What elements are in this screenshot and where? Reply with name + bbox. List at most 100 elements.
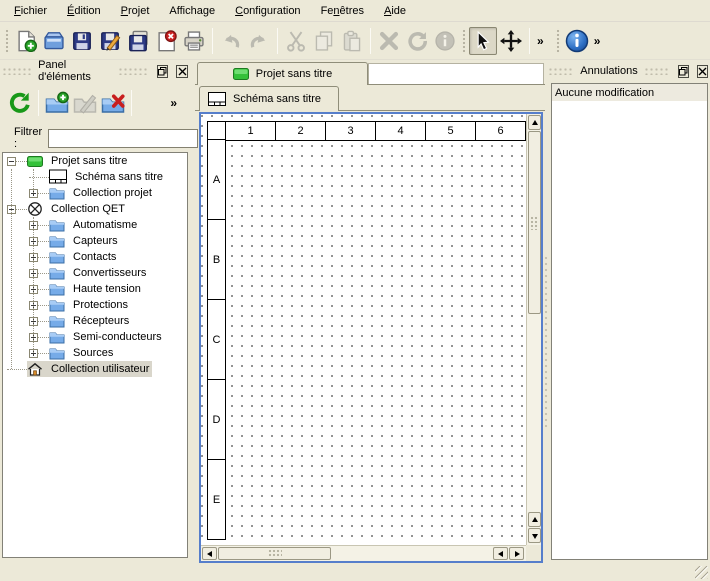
tree-item-protections[interactable]: Protections: [3, 297, 187, 313]
tree-expander[interactable]: [29, 285, 38, 294]
scroll-up-button[interactable]: [528, 115, 541, 130]
tab-project[interactable]: Projet sans titre: [197, 62, 368, 85]
down-arrow-icon: [532, 534, 538, 542]
menu-5[interactable]: Fenêtres: [311, 2, 374, 20]
folder-icon: [49, 249, 65, 265]
splitter-handle[interactable]: [544, 255, 548, 430]
diagram-canvas[interactable]: 123456 ABCDE: [201, 114, 526, 545]
toolbar-drag-handle[interactable]: [555, 28, 561, 54]
select-mode-button[interactable]: [469, 27, 497, 55]
delete-category-button[interactable]: [99, 89, 127, 117]
menu-6[interactable]: Aide: [374, 2, 416, 20]
vertical-scrollbar[interactable]: [526, 114, 541, 545]
about-button[interactable]: [563, 27, 591, 55]
save-button[interactable]: [68, 27, 96, 55]
toolbar-overflow-button[interactable]: »: [591, 34, 604, 48]
tree-item-contacts[interactable]: Contacts: [3, 249, 187, 265]
undo-panel-titlebar[interactable]: Annulations: [548, 62, 708, 80]
tree-expander[interactable]: [29, 237, 38, 246]
toolbar-overflow-button[interactable]: »: [534, 34, 547, 48]
tree-item-semi-conducteurs[interactable]: Semi-conducteurs: [3, 329, 187, 345]
edit-category-button[interactable]: [71, 89, 99, 117]
open-button[interactable]: [40, 27, 68, 55]
close-panel-button[interactable]: [697, 65, 708, 78]
toolbar-drag-handle[interactable]: [4, 28, 10, 54]
edit-category-icon: [73, 91, 97, 115]
copy-button[interactable]: [310, 27, 338, 55]
diagram-corner-cell: [207, 121, 226, 141]
new-document-button[interactable]: [12, 27, 40, 55]
diagram-row-header: A: [207, 139, 226, 220]
filter-input[interactable]: [48, 129, 198, 148]
paste-button[interactable]: [338, 27, 366, 55]
menu-2[interactable]: Projet: [111, 2, 160, 20]
menu-0[interactable]: Fichier: [4, 2, 57, 20]
scroll-left-button[interactable]: [202, 547, 217, 560]
tree-item-collection-projet[interactable]: Collection projet: [3, 185, 187, 201]
toolbar-drag-handle[interactable]: [461, 28, 467, 54]
undo-list-item[interactable]: Aucune modification: [552, 84, 707, 101]
tree-expander[interactable]: [29, 349, 38, 358]
redo-button[interactable]: [245, 27, 273, 55]
tree-item-convertisseurs[interactable]: Convertisseurs: [3, 265, 187, 281]
tree-item-sch-ma-sans-titre[interactable]: Schéma sans titre: [3, 169, 187, 185]
tree-item-haute-tension[interactable]: Haute tension: [3, 281, 187, 297]
menu-4[interactable]: Configuration: [225, 2, 310, 20]
move-mode-button[interactable]: [497, 27, 525, 55]
horizontal-scrollbar[interactable]: [201, 545, 526, 561]
resize-grip[interactable]: [695, 566, 708, 579]
menu-3[interactable]: Affichage: [159, 2, 225, 20]
folder-icon: [49, 217, 65, 233]
scroll-right-button[interactable]: [509, 547, 524, 560]
scroll-left-button-2[interactable]: [493, 547, 508, 560]
float-icon: [158, 67, 167, 76]
tab-schema[interactable]: Schéma sans titre: [199, 86, 339, 111]
refresh-collections-button[interactable]: [6, 89, 34, 117]
tree-expander[interactable]: [29, 189, 38, 198]
vertical-scroll-thumb[interactable]: [528, 131, 541, 314]
save-as-button[interactable]: [96, 27, 124, 55]
tree-item-sources[interactable]: Sources: [3, 345, 187, 361]
scroll-up-button-2[interactable]: [528, 512, 541, 527]
tree-expander[interactable]: [29, 317, 38, 326]
elements-panel-titlebar[interactable]: Panel d'éléments: [2, 62, 188, 80]
filter-row: Filtrer :: [2, 127, 188, 149]
delete-button[interactable]: [375, 27, 403, 55]
tree-expander[interactable]: [7, 205, 16, 214]
tree-item-collection-utilisateur[interactable]: Collection utilisateur: [3, 361, 187, 377]
tree-item-collection-qet[interactable]: Collection QET: [3, 201, 187, 217]
tree-expander[interactable]: [29, 333, 38, 342]
panel-toolbar-overflow-button[interactable]: »: [167, 96, 180, 110]
elements-tree[interactable]: Projet sans titreSchéma sans titreCollec…: [2, 152, 188, 558]
info-button[interactable]: [431, 27, 459, 55]
tree-expander[interactable]: [7, 157, 16, 166]
undo-icon: [220, 30, 242, 52]
menu-1[interactable]: Édition: [57, 2, 111, 20]
float-panel-button[interactable]: [157, 65, 169, 78]
new-category-button[interactable]: [43, 89, 71, 117]
float-panel-button[interactable]: [678, 65, 689, 78]
save-all-button[interactable]: [124, 27, 152, 55]
cut-button[interactable]: [282, 27, 310, 55]
close-panel-button[interactable]: [176, 65, 188, 78]
tree-expander[interactable]: [29, 221, 38, 230]
close-document-button[interactable]: [152, 27, 180, 55]
undo-button[interactable]: [217, 27, 245, 55]
tree-guide: [38, 337, 49, 338]
diagram-row-header: D: [207, 379, 226, 460]
tree-item-capteurs[interactable]: Capteurs: [3, 233, 187, 249]
save-as-icon: [99, 30, 121, 52]
tree-item-r-cepteurs[interactable]: Récepteurs: [3, 313, 187, 329]
rotate-button[interactable]: [403, 27, 431, 55]
tree-item-projet-sans-titre[interactable]: Projet sans titre: [3, 153, 187, 169]
tree-expander[interactable]: [29, 253, 38, 262]
print-button[interactable]: [180, 27, 208, 55]
horizontal-scroll-thumb[interactable]: [218, 547, 331, 560]
tree-expander[interactable]: [29, 269, 38, 278]
tree-expander[interactable]: [29, 301, 38, 310]
tree-item-automatisme[interactable]: Automatisme: [3, 217, 187, 233]
copy-icon: [313, 30, 335, 52]
undo-history-list[interactable]: Aucune modification: [551, 83, 708, 560]
refresh-icon: [8, 91, 32, 115]
scroll-down-button[interactable]: [528, 528, 541, 543]
